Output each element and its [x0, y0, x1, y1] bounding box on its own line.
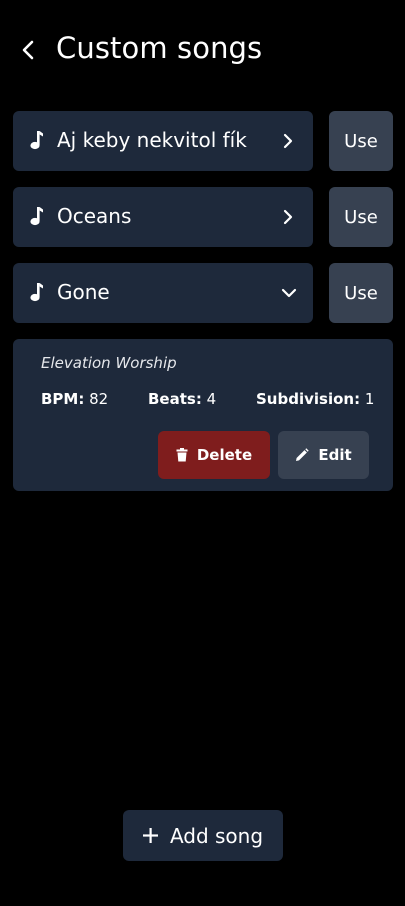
song-name: Aj keby nekvitol fík [57, 128, 247, 152]
subdivision-label: Subdivision: [256, 390, 361, 408]
add-song-label: Add song [169, 823, 264, 848]
use-button[interactable]: Use [329, 187, 393, 247]
header: Custom songs [0, 30, 405, 70]
back-button[interactable] [18, 36, 40, 64]
bpm-label: BPM: [41, 390, 85, 408]
pencil-icon [296, 448, 310, 461]
song-details-panel: Elevation Worship BPM: 82 Beats: 4 Subdi… [13, 339, 393, 491]
song-card-oceans[interactable]: Oceans [13, 187, 313, 247]
music-note-icon [30, 283, 43, 302]
song-row: Aj keby nekvitol fík Use [13, 111, 393, 171]
beats-label: Beats: [148, 390, 202, 408]
beats-stat: Beats: 4 [148, 390, 216, 408]
chevron-right-icon [283, 133, 293, 149]
edit-button[interactable]: Edit [278, 431, 369, 479]
song-card-gone[interactable]: Gone [13, 263, 313, 323]
song-name: Oceans [57, 204, 132, 228]
chevron-down-icon [281, 288, 297, 298]
page-title: Custom songs [56, 31, 263, 65]
use-button[interactable]: Use [329, 111, 393, 171]
music-note-icon [30, 131, 43, 150]
trash-icon [176, 448, 188, 462]
music-note-icon [30, 207, 43, 226]
subdivision-value: 1 [364, 390, 375, 408]
delete-label: Delete [196, 446, 253, 464]
subdivision-stat: Subdivision: 1 [256, 390, 374, 408]
song-row: Gone Use [13, 263, 393, 323]
song-name: Gone [57, 280, 110, 304]
use-button[interactable]: Use [329, 263, 393, 323]
plus-icon [142, 828, 158, 843]
edit-label: Edit [318, 446, 352, 464]
beats-value: 4 [206, 390, 217, 408]
delete-button[interactable]: Delete [158, 431, 270, 479]
chevron-right-icon [283, 209, 293, 225]
add-song-button[interactable]: Add song [123, 810, 283, 861]
chevron-left-icon [22, 40, 34, 60]
song-row: Oceans Use [13, 187, 393, 247]
bpm-stat: BPM: 82 [41, 390, 108, 408]
artist-name: Elevation Worship [41, 354, 177, 372]
bpm-value: 82 [89, 390, 109, 408]
song-card-aj-keby-nekvitol-fik[interactable]: Aj keby nekvitol fík [13, 111, 313, 171]
